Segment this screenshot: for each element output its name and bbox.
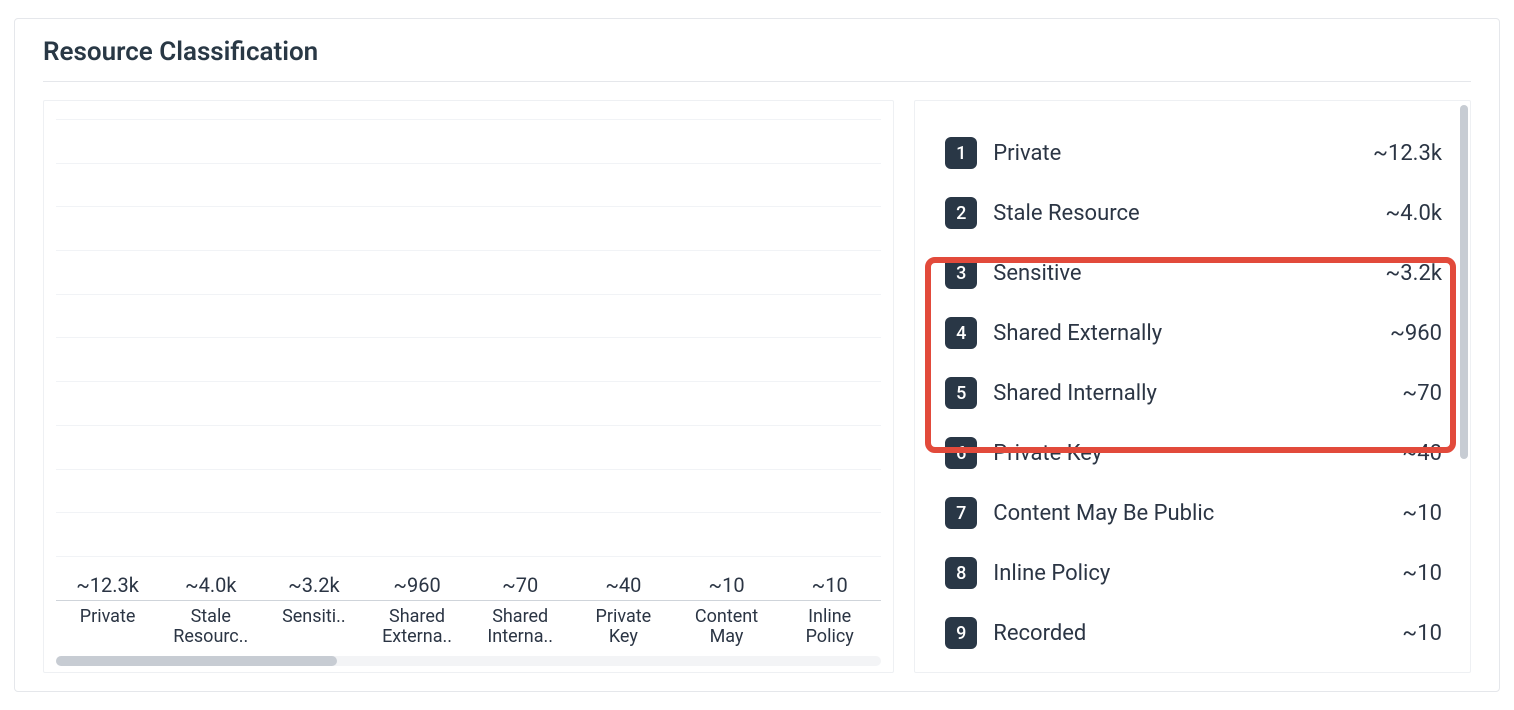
rank-badge: 2 (945, 197, 977, 229)
x-axis-label: Private (56, 607, 159, 648)
x-axis-label: StaleResourc.. (159, 607, 262, 648)
bar-value-label: ~960 (393, 573, 440, 597)
rank-badge: 4 (945, 317, 977, 349)
x-axis-label: SharedInterna.. (469, 607, 572, 648)
x-axis-label: InlinePolicy (778, 607, 881, 648)
x-axis-label: SharedExterna.. (365, 607, 468, 648)
list-item-value: ~4.0k (1385, 201, 1442, 226)
x-axis-label: PrivateKey (572, 607, 675, 648)
list-item-label: Private Key (993, 441, 1402, 466)
bar-value-label: ~12.3k (76, 573, 139, 597)
card-title: Resource Classification (43, 37, 1471, 67)
list-vertical-scrollbar[interactable] (1460, 105, 1468, 459)
list-item-value: ~960 (1390, 321, 1442, 346)
chart-plot-area: ~12.3k ~4.0k ~3.2k ~960 ~70 ~40 ~10 ~10 (44, 119, 893, 601)
list-item-label: Stale Resource (993, 201, 1385, 226)
chart-panel: ~12.3k ~4.0k ~3.2k ~960 ~70 ~40 ~10 ~10 Private… (43, 100, 894, 673)
list-item[interactable]: 2 Stale Resource~4.0k (945, 183, 1442, 243)
list-item-label: Shared Internally (993, 381, 1402, 406)
bar-group[interactable]: ~3.2k (262, 573, 365, 601)
chart-gridlines (56, 119, 881, 601)
bar-group[interactable]: ~40 (572, 573, 675, 601)
list-item[interactable]: 1 Private~12.3k (945, 123, 1442, 183)
list-item-value: ~70 (1402, 381, 1442, 406)
bar-group[interactable]: ~70 (469, 573, 572, 601)
resource-classification-card: Resource Classification ~12.3k ~4.0k ~3.2k… (14, 18, 1500, 692)
rank-badge: 8 (945, 557, 977, 589)
list-item-label: Recorded (993, 621, 1402, 646)
rank-badge: 5 (945, 377, 977, 409)
bar-group[interactable]: ~4.0k (159, 573, 262, 601)
rank-badge: 9 (945, 617, 977, 649)
list-item[interactable]: 9 Recorded~10 (945, 603, 1442, 663)
card-content: ~12.3k ~4.0k ~3.2k ~960 ~70 ~40 ~10 ~10 Private… (43, 100, 1471, 673)
list-item[interactable]: 5 Shared Internally~70 (945, 363, 1442, 423)
list-item-label: Shared Externally (993, 321, 1390, 346)
list-item[interactable]: 3 Sensitive~3.2k (945, 243, 1442, 303)
x-axis-label: Sensiti.. (262, 607, 365, 648)
x-axis-label: ContentMay (675, 607, 778, 648)
bar-value-label: ~3.2k (288, 573, 340, 597)
list-item-value: ~10 (1402, 501, 1442, 526)
bar-group[interactable]: ~960 (365, 573, 468, 601)
list-item[interactable]: 8 Inline Policy~10 (945, 543, 1442, 603)
chart-x-axis-labels: PrivateStaleResourc..Sensiti..SharedExte… (44, 601, 893, 648)
rank-badge: 7 (945, 497, 977, 529)
divider (43, 81, 1471, 82)
bar-value-label: ~10 (812, 573, 848, 597)
list-item-label: Sensitive (993, 261, 1385, 286)
bar-value-label: ~70 (502, 573, 538, 597)
chart-horizontal-scrollbar[interactable] (56, 656, 881, 666)
rank-badge: 6 (945, 437, 977, 469)
list-item-value: ~10 (1402, 561, 1442, 586)
bar-value-label: ~40 (605, 573, 641, 597)
list-container: 1 Private~12.3k 2 Stale Resource~4.0k 3 Sensi… (945, 123, 1460, 672)
bar-value-label: ~4.0k (185, 573, 237, 597)
list-item-label: Inline Policy (993, 561, 1402, 586)
bar-group[interactable]: ~10 (675, 573, 778, 601)
bar-group[interactable]: ~12.3k (56, 573, 159, 601)
list-panel: 1 Private~12.3k 2 Stale Resource~4.0k 3 Sensi… (914, 100, 1471, 673)
list-item-value: ~12.3k (1373, 141, 1442, 166)
list-item[interactable]: 7 Content May Be Public~10 (945, 483, 1442, 543)
list-item-value: ~10 (1402, 621, 1442, 646)
list-item[interactable]: 4 Shared Externally~960 (945, 303, 1442, 363)
chart-scrollbar-thumb[interactable] (56, 656, 337, 666)
list-item-label: Content May Be Public (993, 501, 1402, 526)
bar-group[interactable]: ~10 (778, 573, 881, 601)
list-item[interactable]: 6 Private Key~40 (945, 423, 1442, 483)
bar-value-label: ~10 (708, 573, 744, 597)
list-item-value: ~3.2k (1385, 261, 1442, 286)
list-item-value: ~40 (1402, 441, 1442, 466)
rank-badge: 3 (945, 257, 977, 289)
list-item-label: Private (993, 141, 1373, 166)
rank-badge: 1 (945, 137, 977, 169)
